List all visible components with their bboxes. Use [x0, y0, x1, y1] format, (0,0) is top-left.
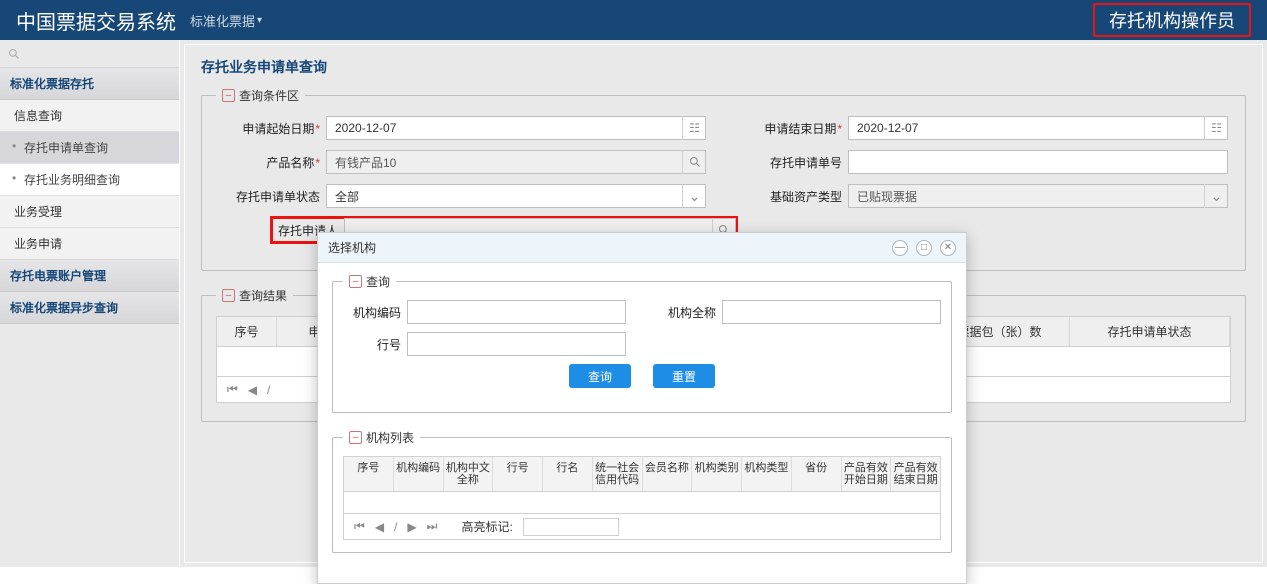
- end-date-label: 申请结束日期: [738, 120, 848, 137]
- asset-label: 基础资产类型: [738, 188, 848, 205]
- start-date-label: 申请起始日期: [216, 120, 326, 137]
- pager-prev-button[interactable]: ◀: [375, 520, 384, 534]
- col-index: 序号: [217, 317, 277, 346]
- end-date-input[interactable]: [848, 116, 1228, 140]
- col-5: 统一社会信用代码: [593, 457, 643, 491]
- dialog-list-block: – 机构列表 序号 机构编码 机构中文全称 行号 行名 统一社会信用代码 会员名…: [332, 429, 952, 553]
- minimize-button[interactable]: —: [892, 240, 908, 256]
- page-title: 存托业务申请单查询: [201, 57, 1246, 77]
- col-6: 会员名称: [643, 457, 693, 491]
- app-title: 中国票据交易系统: [16, 6, 176, 35]
- col-9: 省份: [792, 457, 842, 491]
- sidebar: 标准化票据存托 信息查询 存托申请单查询 存托业务明细查询 业务受理 业务申请 …: [0, 40, 180, 567]
- caret-down-icon: ▾: [257, 15, 262, 26]
- pager-first-button[interactable]: ⏮: [354, 519, 365, 534]
- col-11: 产品有效结束日期: [891, 457, 940, 491]
- sidebar-cat-ebill-account[interactable]: 存托电票账户管理: [0, 260, 179, 292]
- chevron-down-icon[interactable]: [682, 184, 706, 208]
- user-role-badge[interactable]: 存托机构操作员: [1093, 3, 1251, 37]
- bank-no-label: 行号: [343, 336, 407, 353]
- chevron-down-icon[interactable]: [1204, 184, 1228, 208]
- product-input[interactable]: [326, 150, 706, 174]
- dialog-query-label: 查询: [366, 273, 390, 290]
- col-0: 序号: [344, 457, 394, 491]
- sidebar-search[interactable]: [0, 40, 179, 68]
- sidebar-item-detail-query[interactable]: 存托业务明细查询: [0, 164, 179, 196]
- org-grid-body: [343, 492, 941, 514]
- dialog-query-legend: – 查询: [343, 273, 396, 290]
- status-label: 存托申请单状态: [216, 188, 326, 205]
- bank-no-input[interactable]: [407, 332, 626, 356]
- org-code-label: 机构编码: [343, 304, 407, 321]
- pager-first-button[interactable]: ⏮: [227, 382, 238, 397]
- product-label: 产品名称: [216, 154, 326, 171]
- org-name-label: 机构全称: [658, 304, 722, 321]
- nav-menu-standardized-bills[interactable]: 标准化票据 ▾: [190, 11, 262, 30]
- org-name-input[interactable]: [722, 300, 941, 324]
- pager-next-button[interactable]: ▶: [407, 520, 416, 534]
- pager-last-button[interactable]: ⏭: [427, 519, 438, 534]
- col-4: 行名: [543, 457, 593, 491]
- calendar-icon[interactable]: ☷: [1204, 116, 1228, 140]
- highlight-label: 高亮标记:: [461, 518, 512, 535]
- status-select[interactable]: [326, 184, 706, 208]
- highlight-input[interactable]: [523, 518, 619, 536]
- col-10: 产品有效开始日期: [842, 457, 892, 491]
- org-grid-header: 序号 机构编码 机构中文全称 行号 行名 统一社会信用代码 会员名称 机构类别 …: [343, 456, 941, 492]
- query-results-legend: – 查询结果: [216, 287, 293, 304]
- query-button[interactable]: 查询: [569, 364, 631, 388]
- col-7: 机构类别: [692, 457, 742, 491]
- sidebar-cat-async-query[interactable]: 标准化票据异步查询: [0, 292, 179, 324]
- calendar-icon[interactable]: ☷: [682, 116, 706, 140]
- collapse-icon[interactable]: –: [222, 89, 235, 102]
- dialog-list-label: 机构列表: [366, 429, 414, 446]
- col-status: 存托申请单状态: [1070, 317, 1230, 346]
- start-date-input[interactable]: [326, 116, 706, 140]
- app-header: 中国票据交易系统 标准化票据 ▾ 存托机构操作员: [0, 0, 1267, 40]
- dialog-title: 选择机构: [328, 239, 376, 256]
- sidebar-section-info-query[interactable]: 信息查询: [0, 100, 179, 132]
- search-icon: [8, 48, 20, 60]
- org-select-dialog: 选择机构 — □ ✕ – 查询 机构编码 机构全称: [317, 232, 967, 584]
- collapse-icon[interactable]: –: [349, 275, 362, 288]
- sidebar-section-apply[interactable]: 业务申请: [0, 228, 179, 260]
- query-results-label: 查询结果: [239, 287, 287, 304]
- org-code-input[interactable]: [407, 300, 626, 324]
- apply-no-input[interactable]: [848, 150, 1228, 174]
- collapse-icon[interactable]: –: [222, 289, 235, 302]
- pager-separator: /: [394, 520, 397, 534]
- reset-button[interactable]: 重置: [653, 364, 715, 388]
- dialog-titlebar[interactable]: 选择机构 — □ ✕: [318, 233, 966, 263]
- asset-select[interactable]: [848, 184, 1228, 208]
- sidebar-cat-custody[interactable]: 标准化票据存托: [0, 68, 179, 100]
- nav-menu-label: 标准化票据: [190, 11, 255, 30]
- col-2: 机构中文全称: [444, 457, 494, 491]
- sidebar-item-apply-query[interactable]: 存托申请单查询: [0, 132, 179, 164]
- pager-separator: /: [267, 383, 270, 397]
- dialog-query-block: – 查询 机构编码 机构全称 行号: [332, 273, 952, 413]
- collapse-icon[interactable]: –: [349, 431, 362, 444]
- apply-no-label: 存托申请单号: [738, 154, 848, 171]
- close-button[interactable]: ✕: [940, 240, 956, 256]
- col-1: 机构编码: [394, 457, 444, 491]
- dialog-list-legend: – 机构列表: [343, 429, 420, 446]
- search-icon[interactable]: [682, 150, 706, 174]
- maximize-button[interactable]: □: [916, 240, 932, 256]
- sidebar-section-accept[interactable]: 业务受理: [0, 196, 179, 228]
- col-3: 行号: [493, 457, 543, 491]
- org-grid-pager: ⏮ ◀ / ▶ ⏭ 高亮标记:: [343, 514, 941, 540]
- col-8: 机构类型: [742, 457, 792, 491]
- pager-prev-button[interactable]: ◀: [248, 383, 257, 397]
- query-conditions-legend: – 查询条件区: [216, 87, 305, 104]
- query-conditions-label: 查询条件区: [239, 87, 299, 104]
